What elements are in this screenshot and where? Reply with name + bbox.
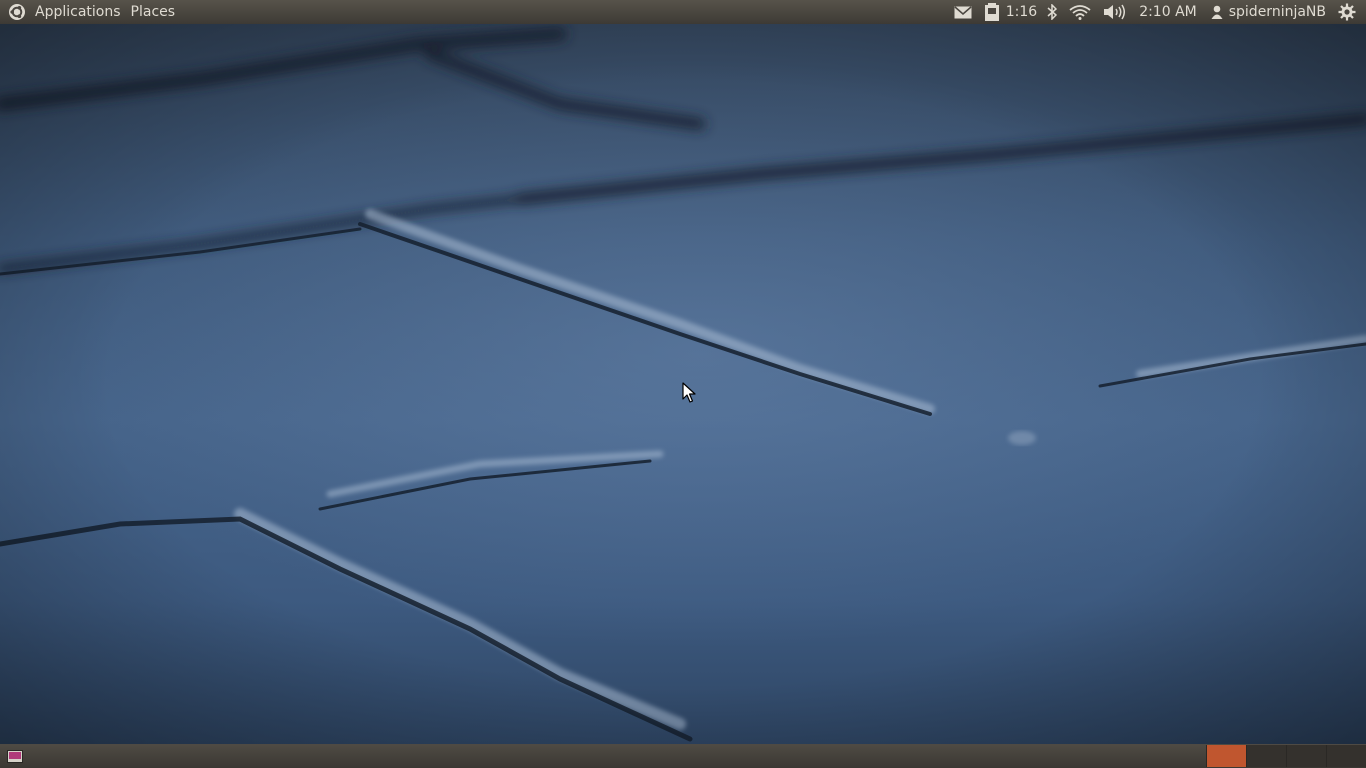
battery-icon[interactable]: [978, 0, 1002, 24]
bluetooth-icon[interactable]: [1041, 0, 1063, 24]
mail-icon[interactable]: [948, 0, 978, 24]
wifi-icon[interactable]: [1063, 0, 1097, 24]
places-menu[interactable]: Places: [126, 0, 181, 24]
workspace-1[interactable]: [1206, 745, 1246, 767]
system-tray: 1:16 2:10 AM spiderninjaNB: [948, 0, 1366, 24]
battery-time[interactable]: 1:16: [1002, 0, 1041, 24]
mouse-cursor-icon: [682, 382, 696, 408]
bottom-panel: [0, 744, 1366, 768]
clock[interactable]: 2:10 AM: [1131, 0, 1205, 24]
workspace-3[interactable]: [1286, 745, 1326, 767]
top-panel: Applications Places 1:16 2:10 AM spidern…: [0, 0, 1366, 24]
workspace-switcher: [1206, 744, 1366, 768]
applications-menu[interactable]: Applications: [30, 0, 126, 24]
workspace-4[interactable]: [1326, 745, 1366, 767]
panel-menus: Applications Places: [0, 0, 180, 24]
username[interactable]: spiderninjaNB: [1225, 0, 1330, 24]
volume-icon[interactable]: [1097, 0, 1131, 24]
show-desktop-icon[interactable]: [6, 748, 24, 764]
workspace-2[interactable]: [1246, 745, 1286, 767]
power-icon[interactable]: [1330, 0, 1362, 24]
ubuntu-logo-icon[interactable]: [4, 0, 30, 24]
user-icon[interactable]: [1205, 0, 1225, 24]
